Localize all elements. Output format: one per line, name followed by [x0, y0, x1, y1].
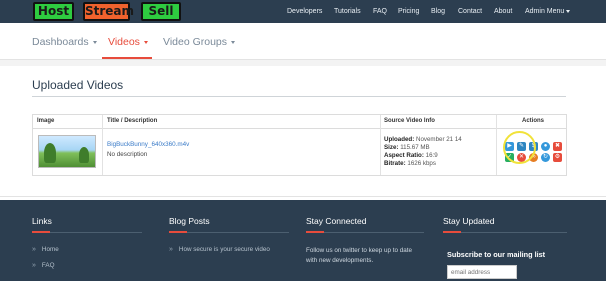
footer-link-home-label: Home	[41, 246, 59, 253]
video-description: No description	[107, 151, 148, 158]
footer-link-faq-label: FAQ	[41, 262, 55, 269]
info-aspect-label: Aspect Ratio:	[384, 152, 424, 159]
chevron-right-icon: »	[32, 246, 36, 253]
info-bitrate-value: 1626 kbps	[407, 160, 436, 167]
active-tab-indicator	[102, 57, 152, 59]
subnav-video-groups-label: Video Groups	[163, 36, 228, 48]
thumbnail-tree	[79, 147, 89, 163]
logo-host[interactable]: Host	[33, 2, 74, 21]
footer-blog-post-label: How secure is your secure video	[178, 246, 270, 253]
footer-accent	[32, 231, 50, 233]
header-title: Title / Description	[107, 118, 158, 124]
top-navbar: Host Stream Sell Developers Tutorials FA…	[0, 0, 606, 23]
footer-rule	[443, 232, 567, 233]
info-bitrate-label: Bitrate:	[384, 160, 406, 167]
caret-down-icon	[566, 9, 571, 13]
video-file-link[interactable]: BigBuckBunny_640x360.m4v	[107, 141, 189, 148]
nav-developers[interactable]: Developers	[287, 0, 322, 23]
subnav-dashboards-label: Dashboards	[32, 36, 89, 48]
footer-rule	[169, 232, 289, 233]
nav-tutorials[interactable]: Tutorials	[334, 0, 361, 23]
chevron-right-icon: »	[169, 246, 173, 253]
nav-pricing[interactable]: Pricing	[398, 0, 419, 23]
caret-down-icon	[143, 40, 148, 44]
subnav-videos[interactable]: Videos	[108, 36, 148, 48]
header-image: Image	[37, 118, 55, 124]
trash-icon[interactable]: ✖	[553, 142, 562, 151]
info-uploaded: Uploaded: November 21 14	[384, 136, 462, 143]
nav-admin-menu[interactable]: Admin Menu	[525, 0, 571, 23]
footer-accent	[306, 231, 324, 233]
info-aspect-value: 16:9	[425, 152, 438, 159]
column-divider	[496, 115, 497, 175]
subscribe-label: Subscribe to our mailing list	[447, 250, 546, 259]
info-size-label: Size:	[384, 144, 399, 151]
nav-contact[interactable]: Contact	[458, 0, 482, 23]
videos-table: Image Title / Description Source Video I…	[32, 114, 567, 176]
logo-sell[interactable]: Sell	[141, 2, 181, 21]
video-thumbnail[interactable]	[38, 135, 96, 168]
content-divider	[0, 196, 606, 197]
settings-icon[interactable]: ⚙	[553, 153, 562, 162]
footer-accent	[443, 231, 461, 233]
caret-down-icon	[231, 40, 236, 44]
footer-link-faq[interactable]: » FAQ	[32, 262, 55, 269]
chevron-right-icon: »	[32, 262, 36, 269]
info-uploaded-label: Uploaded:	[384, 136, 415, 143]
header-source: Source Video Info	[384, 118, 435, 124]
table-header: Image Title / Description Source Video I…	[33, 115, 566, 129]
column-divider	[380, 115, 381, 175]
footer-accent	[169, 231, 187, 233]
footer-links-title: Links	[32, 216, 52, 226]
refresh-icon[interactable]: ↻	[541, 153, 550, 162]
info-uploaded-value: November 21 14	[415, 136, 462, 143]
footer-connected-title: Stay Connected	[306, 216, 367, 226]
nav-faq[interactable]: FAQ	[373, 0, 387, 23]
subnav-video-groups[interactable]: Video Groups	[163, 36, 236, 48]
section-divider	[0, 60, 606, 66]
focus-highlight-circle	[503, 131, 536, 164]
nav-blog[interactable]: Blog	[431, 0, 445, 23]
sub-navbar: Dashboards Videos Video Groups	[0, 23, 606, 60]
footer-blog-title: Blog Posts	[169, 216, 210, 226]
info-size-value: 115.67 MB	[400, 144, 430, 151]
page-title: Uploaded Videos	[32, 78, 124, 92]
footer: Links » Home » FAQ Blog Posts » How secure …	[0, 200, 606, 281]
info-size: Size: 115.67 MB	[384, 144, 430, 151]
info-bitrate: Bitrate: 1626 kbps	[384, 160, 436, 167]
caret-down-icon	[92, 40, 97, 44]
user-icon[interactable]: ●	[541, 142, 550, 151]
subnav-videos-label: Videos	[108, 36, 140, 48]
admin-menu-label: Admin Menu	[525, 8, 565, 15]
info-aspect: Aspect Ratio: 16:9	[384, 152, 438, 159]
subnav-dashboards[interactable]: Dashboards	[32, 36, 97, 48]
logo-stream[interactable]: Stream	[83, 2, 134, 21]
footer-blog-post[interactable]: » How secure is your secure video	[169, 246, 270, 253]
column-divider	[102, 115, 103, 175]
header-actions: Actions	[522, 118, 545, 124]
footer-updated-title: Stay Updated	[443, 216, 495, 226]
thumbnail-tree	[44, 143, 56, 163]
nav-about[interactable]: About	[494, 0, 512, 23]
email-field[interactable]	[447, 265, 517, 279]
footer-link-home[interactable]: » Home	[32, 246, 59, 253]
title-divider	[32, 96, 566, 97]
footer-connected-text: Follow us on twitter to keep up to date …	[306, 247, 413, 264]
